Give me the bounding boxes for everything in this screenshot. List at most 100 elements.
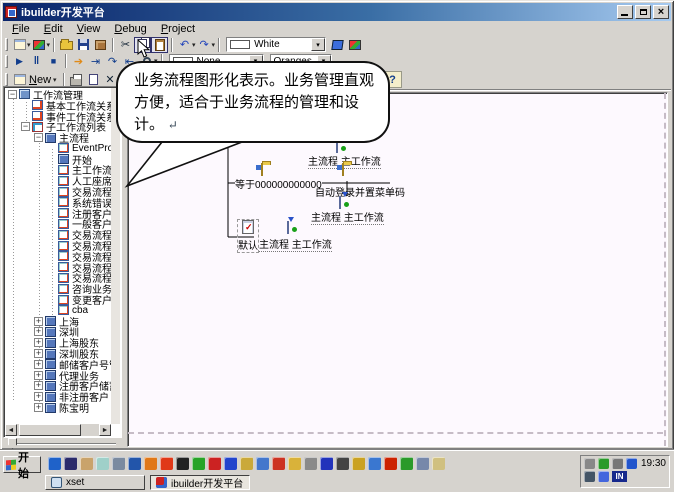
- search-icon[interactable]: [416, 457, 429, 470]
- flag-icon[interactable]: [626, 458, 637, 469]
- expand-toggle[interactable]: +: [34, 392, 43, 401]
- expand-toggle[interactable]: +: [34, 381, 43, 390]
- expand-toggle[interactable]: +: [34, 317, 43, 326]
- scrollbar-thumb[interactable]: [19, 424, 81, 436]
- menu-file[interactable]: File: [12, 23, 30, 35]
- flow-node-icon[interactable]: [339, 197, 341, 208]
- plug-icon[interactable]: [584, 458, 595, 469]
- expand-toggle[interactable]: +: [34, 338, 43, 347]
- start-button[interactable]: 开始: [3, 456, 41, 473]
- step-over-button[interactable]: ↷: [104, 53, 121, 69]
- new-project-button[interactable]: [11, 37, 28, 53]
- green-box-icon[interactable]: [400, 457, 413, 470]
- build-button[interactable]: [92, 37, 109, 53]
- monitor-icon[interactable]: [336, 457, 349, 470]
- pause-button[interactable]: ‖: [28, 53, 45, 69]
- tree-item[interactable]: EventProcess: [6, 143, 111, 154]
- browser-icon[interactable]: [256, 457, 269, 470]
- ie-icon[interactable]: [48, 457, 61, 470]
- expand-toggle[interactable]: +: [34, 371, 43, 380]
- minimize-button[interactable]: [617, 5, 633, 19]
- expand-toggle[interactable]: +: [34, 349, 43, 358]
- cut-button[interactable]: ✂: [117, 37, 134, 53]
- tree-zoom-slider[interactable]: [6, 438, 118, 449]
- task-button-xset[interactable]: xset: [45, 475, 145, 490]
- menu-debug[interactable]: Debug: [114, 23, 146, 35]
- run-button[interactable]: ▶: [11, 53, 28, 69]
- stop-button[interactable]: ■: [45, 53, 62, 69]
- refresh-icon[interactable]: [598, 458, 609, 469]
- tree-horizontal-scrollbar[interactable]: ◄ ►: [5, 424, 111, 436]
- windows-logo-icon: [6, 459, 16, 470]
- netscape-icon[interactable]: [64, 457, 77, 470]
- speaker-icon[interactable]: [612, 458, 623, 469]
- tree-item[interactable]: 变更客户密码: [6, 294, 111, 305]
- collapse-toggle[interactable]: −: [34, 133, 43, 142]
- ie2-icon[interactable]: [368, 457, 381, 470]
- fill-button[interactable]: [329, 37, 346, 53]
- collapse-toggle[interactable]: −: [21, 122, 30, 131]
- scroll-left-button[interactable]: ◄: [5, 424, 17, 436]
- picture-button[interactable]: [346, 37, 363, 53]
- menu-project[interactable]: Project: [161, 23, 195, 35]
- fill-color-value: White: [254, 39, 308, 50]
- close-button[interactable]: ×: [653, 5, 669, 19]
- toolbar-grip[interactable]: [5, 55, 8, 68]
- slider-thumb[interactable]: [8, 438, 17, 449]
- doc-icon: [58, 241, 69, 251]
- qq-icon[interactable]: [176, 457, 189, 470]
- menu-edit[interactable]: Edit: [44, 23, 63, 35]
- expand-toggle[interactable]: +: [34, 403, 43, 412]
- media-icon[interactable]: [208, 457, 221, 470]
- step-into-button[interactable]: ⇥: [87, 53, 104, 69]
- flow-node-icon[interactable]: [287, 222, 289, 233]
- phone-icon[interactable]: [304, 457, 317, 470]
- cd-icon[interactable]: [96, 457, 109, 470]
- info-icon[interactable]: [320, 457, 333, 470]
- doc-icon: [58, 305, 69, 315]
- undo-button[interactable]: ↶: [176, 37, 193, 53]
- fill-color-combo[interactable]: White ▾: [226, 37, 326, 52]
- winamp2-icon[interactable]: [160, 457, 173, 470]
- process-icon: [45, 403, 56, 413]
- castle-icon[interactable]: [240, 457, 253, 470]
- combo-dropdown[interactable]: ▾: [311, 38, 325, 51]
- globe-icon[interactable]: [128, 457, 141, 470]
- open-button[interactable]: [58, 37, 75, 53]
- msn-icon[interactable]: [112, 457, 125, 470]
- task-button-ibuilder[interactable]: ibuilder开发平台: [150, 475, 250, 490]
- language-indicator[interactable]: IN: [612, 471, 627, 482]
- new-object-dropdown[interactable]: ▾: [53, 76, 57, 84]
- expand-toggle[interactable]: +: [34, 360, 43, 369]
- winamp-icon[interactable]: [144, 457, 157, 470]
- ime-icon[interactable]: [598, 471, 609, 482]
- flow-node-label[interactable]: 主流程 主工作流: [311, 209, 384, 225]
- paste-button[interactable]: [151, 37, 168, 53]
- help-icon[interactable]: [224, 457, 237, 470]
- flow-node-icon[interactable]: [261, 164, 263, 175]
- flow-node-icon[interactable]: [342, 164, 344, 175]
- paint-icon[interactable]: [352, 457, 365, 470]
- flow-default-node[interactable]: 默认: [238, 220, 258, 252]
- schedule-icon[interactable]: [288, 457, 301, 470]
- notes-icon[interactable]: [432, 457, 445, 470]
- scroll-right-button[interactable]: ►: [99, 424, 111, 436]
- redo-button[interactable]: ↷: [196, 37, 213, 53]
- display-icon[interactable]: [584, 471, 595, 482]
- red-c-icon[interactable]: [384, 457, 397, 470]
- toolbar-grip[interactable]: [5, 73, 8, 86]
- save-button[interactable]: [75, 37, 92, 53]
- restore-button[interactable]: [635, 5, 651, 19]
- mail-icon[interactable]: [80, 457, 93, 470]
- toolbar-grip[interactable]: [5, 38, 8, 51]
- menu-view[interactable]: View: [77, 23, 101, 35]
- flow-node-label[interactable]: 自动登录并置菜单码: [315, 184, 405, 199]
- page-boundary-horizontal: [128, 432, 663, 434]
- tv-icon[interactable]: [192, 457, 205, 470]
- pdf-icon[interactable]: [272, 457, 285, 470]
- add-item-button[interactable]: [31, 37, 48, 53]
- step-button[interactable]: ➔: [70, 53, 87, 69]
- flow-node-label[interactable]: 主流程 主工作流: [259, 236, 332, 252]
- collapse-toggle[interactable]: −: [8, 90, 17, 99]
- expand-toggle[interactable]: +: [34, 327, 43, 336]
